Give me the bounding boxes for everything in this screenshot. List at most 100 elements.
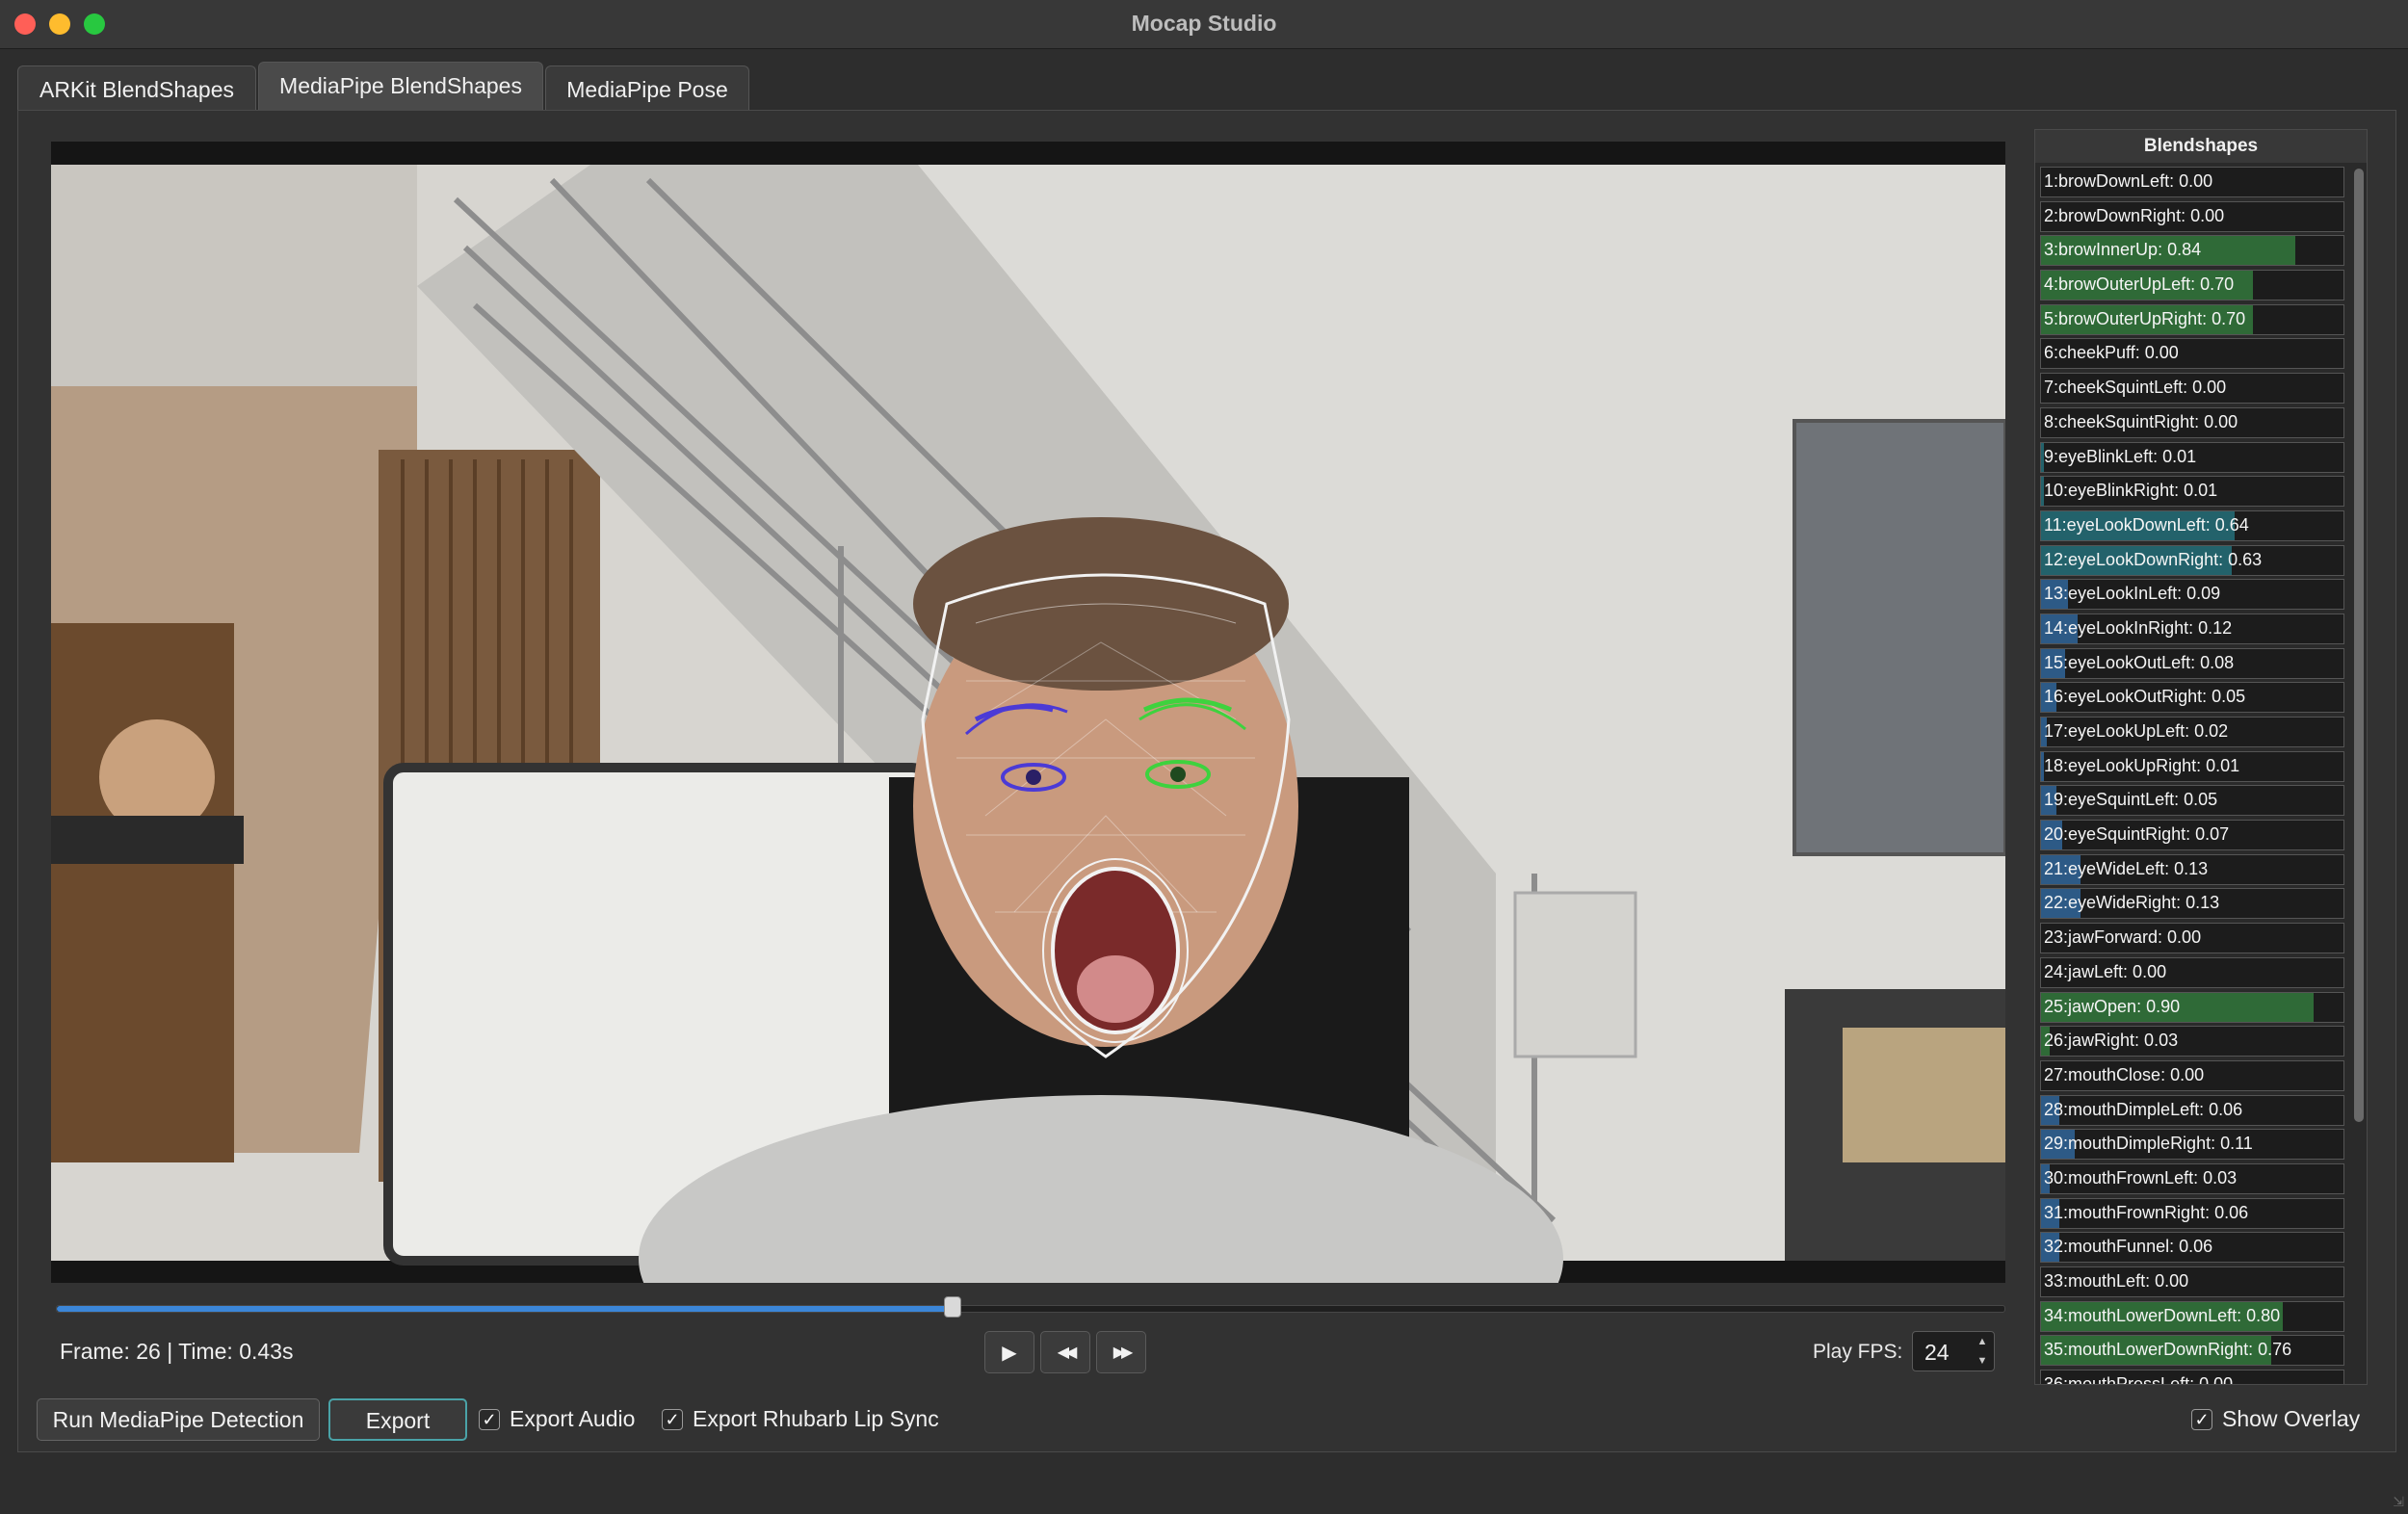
blendshapes-scrollbar[interactable]	[2354, 169, 2364, 1122]
blendshape-label: 3:browInnerUp: 0.84	[2044, 240, 2202, 260]
blendshape-row: 11:eyeLookDownLeft: 0.64	[2040, 509, 2344, 541]
play-icon: ▶	[1002, 1342, 1017, 1364]
blendshape-row: 15:eyeLookOutLeft: 0.08	[2040, 647, 2344, 679]
blendshape-row: 31:mouthFrownRight: 0.06	[2040, 1197, 2344, 1229]
video-frame-image	[51, 142, 2005, 1283]
blendshape-row: 13:eyeLookInLeft: 0.09	[2040, 579, 2344, 611]
blendshape-row: 2:browDownRight: 0.00	[2040, 200, 2344, 232]
fps-stepper[interactable]: ▲ ▼	[1973, 1334, 1992, 1369]
blendshape-label: 33:mouthLeft: 0.00	[2044, 1271, 2189, 1291]
blendshape-row: 26:jawRight: 0.03	[2040, 1026, 2344, 1057]
blendshape-row: 6:cheekPuff: 0.00	[2040, 338, 2344, 370]
export-audio-label: Export Audio	[510, 1406, 636, 1431]
blendshape-row: 8:cheekSquintRight: 0.00	[2040, 406, 2344, 438]
show-overlay-checkbox[interactable]: ✓	[2191, 1408, 2212, 1430]
blendshape-label: 16:eyeLookOutRight: 0.05	[2044, 687, 2246, 707]
blendshape-label: 31:mouthFrownRight: 0.06	[2044, 1202, 2249, 1222]
blendshape-label: 28:mouthDimpleLeft: 0.06	[2044, 1099, 2243, 1119]
blendshape-row: 33:mouthLeft: 0.00	[2040, 1266, 2344, 1297]
blendshape-label: 5:browOuterUpRight: 0.70	[2044, 308, 2246, 328]
tab-mediapipe-blendshapes[interactable]: MediaPipe BlendShapes	[258, 62, 543, 111]
blendshape-row: 20:eyeSquintRight: 0.07	[2040, 820, 2344, 851]
blendshape-label: 11:eyeLookDownLeft: 0.64	[2044, 514, 2249, 535]
blendshape-row: 12:eyeLookDownRight: 0.63	[2040, 544, 2344, 576]
blendshape-row: 22:eyeWideRight: 0.13	[2040, 888, 2344, 920]
chevron-down-icon[interactable]: ▼	[1977, 1353, 1988, 1369]
export-rhubarb-checkbox[interactable]: ✓	[662, 1408, 683, 1430]
blendshape-row: 10:eyeBlinkRight: 0.01	[2040, 476, 2344, 508]
fps-spinbox[interactable]: 24 ▲ ▼	[1912, 1331, 1995, 1371]
blendshape-label: 26:jawRight: 0.03	[2044, 1031, 2179, 1051]
run-mediapipe-detection-button[interactable]: Run MediaPipe Detection	[37, 1398, 320, 1441]
blendshape-row: 29:mouthDimpleRight: 0.11	[2040, 1129, 2344, 1161]
export-audio-option[interactable]: ✓ Export Audio	[479, 1406, 635, 1432]
blendshape-row: 18:eyeLookUpRight: 0.01	[2040, 750, 2344, 782]
chevron-up-icon[interactable]: ▲	[1977, 1334, 1988, 1349]
fast-forward-icon: ▶▶	[1112, 1344, 1134, 1361]
fast-forward-button[interactable]: ▶▶	[1096, 1331, 1146, 1373]
video-preview[interactable]	[51, 142, 2005, 1283]
blendshape-row: 34:mouthLowerDownLeft: 0.80	[2040, 1300, 2344, 1332]
blendshape-row: 32:mouthFunnel: 0.06	[2040, 1232, 2344, 1264]
blendshape-label: 14:eyeLookInRight: 0.12	[2044, 617, 2233, 638]
rewind-button[interactable]: ◀◀	[1040, 1331, 1090, 1373]
blendshape-label: 2:browDownRight: 0.00	[2044, 205, 2225, 225]
title-bar: Mocap Studio	[0, 0, 2408, 49]
export-rhubarb-option[interactable]: ✓ Export Rhubarb Lip Sync	[662, 1406, 939, 1432]
blendshape-label: 7:cheekSquintLeft: 0.00	[2044, 378, 2227, 398]
tab-mediapipe-pose[interactable]: MediaPipe Pose	[545, 65, 749, 111]
fps-label: Play FPS:	[1813, 1341, 1903, 1363]
blendshape-row: 7:cheekSquintLeft: 0.00	[2040, 373, 2344, 405]
blendshape-label: 15:eyeLookOutLeft: 0.08	[2044, 652, 2235, 672]
blendshape-label: 6:cheekPuff: 0.00	[2044, 343, 2179, 363]
export-button[interactable]: Export	[328, 1398, 467, 1441]
blendshape-label: 19:eyeSquintLeft: 0.05	[2044, 790, 2218, 810]
blendshape-row: 23:jawForward: 0.00	[2040, 923, 2344, 954]
blendshape-label: 22:eyeWideRight: 0.13	[2044, 893, 2220, 913]
blendshape-label: 10:eyeBlinkRight: 0.01	[2044, 481, 2218, 501]
blendshape-label: 13:eyeLookInLeft: 0.09	[2044, 584, 2221, 604]
blendshape-label: 12:eyeLookDownRight: 0.63	[2044, 549, 2263, 569]
blendshape-label: 29:mouthDimpleRight: 0.11	[2044, 1134, 2253, 1154]
export-audio-checkbox[interactable]: ✓	[479, 1408, 500, 1430]
blendshape-row: 3:browInnerUp: 0.84	[2040, 235, 2344, 267]
blendshape-label: 4:browOuterUpLeft: 0.70	[2044, 274, 2235, 295]
blendshape-row: 21:eyeWideLeft: 0.13	[2040, 853, 2344, 885]
blendshape-label: 1:browDownLeft: 0.00	[2044, 171, 2213, 191]
blendshape-row: 17:eyeLookUpLeft: 0.02	[2040, 717, 2344, 747]
blendshapes-panel[interactable]: Blendshapes 1:browDownLeft: 0.00 2:browDo…	[2034, 129, 2368, 1385]
timeline-handle[interactable]	[944, 1296, 962, 1318]
show-overlay-label: Show Overlay	[2222, 1406, 2361, 1431]
blendshape-row: 24:jawLeft: 0.00	[2040, 956, 2344, 988]
blendshapes-header: Blendshapes	[2035, 130, 2367, 163]
blendshape-label: 21:eyeWideLeft: 0.13	[2044, 858, 2209, 878]
rewind-icon: ◀◀	[1057, 1344, 1078, 1361]
blendshape-label: 17:eyeLookUpLeft: 0.02	[2044, 721, 2229, 741]
resize-grip-icon[interactable]: ⇲	[2393, 1494, 2404, 1510]
timeline-progress	[57, 1306, 954, 1312]
tab-arkit-blendshapes[interactable]: ARKit BlendShapes	[17, 65, 256, 111]
blendshape-label: 20:eyeSquintRight: 0.07	[2044, 824, 2230, 845]
blendshape-row: 19:eyeSquintLeft: 0.05	[2040, 785, 2344, 817]
show-overlay-option[interactable]: ✓ Show Overlay	[2191, 1406, 2360, 1432]
blendshapes-list[interactable]: 1:browDownLeft: 0.00 2:browDownRight: 0.0…	[2040, 167, 2344, 1385]
blendshape-label: 34:mouthLowerDownLeft: 0.80	[2044, 1305, 2281, 1325]
blendshape-label: 36:mouthPressLeft: 0.00	[2044, 1374, 2234, 1385]
blendshape-row: 28:mouthDimpleLeft: 0.06	[2040, 1094, 2344, 1126]
blendshape-row: 30:mouthFrownLeft: 0.03	[2040, 1162, 2344, 1194]
blendshape-row: 25:jawOpen: 0.90	[2040, 991, 2344, 1023]
blendshape-row: 16:eyeLookOutRight: 0.05	[2040, 682, 2344, 714]
blendshape-row: 5:browOuterUpRight: 0.70	[2040, 303, 2344, 335]
play-button[interactable]: ▶	[984, 1331, 1034, 1373]
blendshape-row: 35:mouthLowerDownRight: 0.76	[2040, 1335, 2344, 1367]
timeline-slider[interactable]	[56, 1296, 2005, 1318]
blendshape-label: 30:mouthFrownLeft: 0.03	[2044, 1167, 2238, 1188]
blendshape-row: 4:browOuterUpLeft: 0.70	[2040, 270, 2344, 301]
blendshape-label: 23:jawForward: 0.00	[2044, 927, 2202, 948]
blendshape-row: 1:browDownLeft: 0.00	[2040, 167, 2344, 197]
blendshape-label: 27:mouthClose: 0.00	[2044, 1064, 2205, 1084]
blendshape-label: 18:eyeLookUpRight: 0.01	[2044, 755, 2240, 775]
blendshape-label: 35:mouthLowerDownRight: 0.76	[2044, 1340, 2292, 1360]
fps-value: 24	[1924, 1340, 1950, 1365]
blendshape-row: 9:eyeBlinkLeft: 0.01	[2040, 441, 2344, 473]
